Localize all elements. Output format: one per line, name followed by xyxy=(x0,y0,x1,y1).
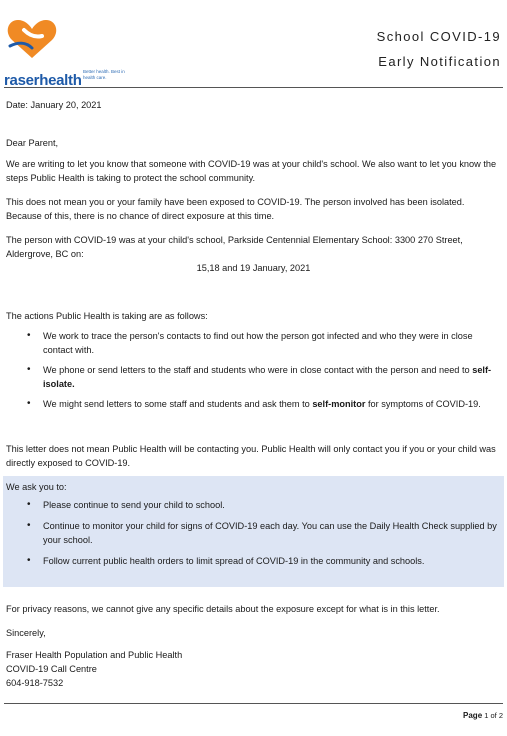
paragraph-no-exposure: This does not mean you or your family ha… xyxy=(6,197,465,221)
heart-logo-icon xyxy=(7,20,57,58)
ask-intro: We ask you to: xyxy=(6,482,67,492)
letter-page: raserhealth Better health. Best in healt… xyxy=(0,0,507,736)
footer-divider xyxy=(4,703,503,704)
fraser-health-logo: raserhealth Better health. Best in healt… xyxy=(4,12,134,89)
signature-phone: 604-918-7532 xyxy=(6,678,64,688)
signature-line-2: COVID-19 Call Centre xyxy=(6,664,97,674)
list-item: Continue to monitor your child for signs… xyxy=(6,519,498,547)
header-divider xyxy=(4,87,503,88)
actions-intro: The actions Public Health is taking are … xyxy=(6,311,208,321)
list-item: Follow current public health orders to l… xyxy=(6,554,498,568)
paragraph-contact: This letter does not mean Public Health … xyxy=(6,444,496,468)
title-line-2: Early Notification xyxy=(378,54,501,69)
greeting: Dear Parent, xyxy=(6,138,59,148)
privacy-note: For privacy reasons, we cannot give any … xyxy=(6,604,440,614)
signature-line-1: Fraser Health Population and Public Heal… xyxy=(6,650,183,660)
logo-tagline: Better health. Best in health care. xyxy=(83,69,125,80)
list-item: Please continue to send your child to sc… xyxy=(6,498,498,512)
actions-list: We work to trace the person's contacts t… xyxy=(6,329,501,417)
paragraph-location: The person with COVID-19 was at your chi… xyxy=(6,235,463,259)
exposure-dates: 15,18 and 19 January, 2021 xyxy=(196,263,311,273)
page-of: 1 of 2 xyxy=(484,711,503,720)
paragraph-intro: We are writing to let you know that some… xyxy=(6,159,497,183)
notice-title: School COVID-19 Early Notification xyxy=(377,24,501,74)
letter-date: Date: January 20, 2021 xyxy=(6,100,102,110)
asks-list: Please continue to send your child to sc… xyxy=(6,498,498,575)
list-item: We work to trace the person's contacts t… xyxy=(6,329,501,357)
signature-block: Fraser Health Population and Public Heal… xyxy=(6,648,499,690)
page-number: Page 1 of 2 xyxy=(463,711,503,720)
page-label: Page xyxy=(463,711,483,720)
list-item: We might send letters to some staff and … xyxy=(6,397,501,411)
list-item: We phone or send letters to the staff an… xyxy=(6,363,501,391)
closing: Sincerely, xyxy=(6,628,46,638)
title-line-1: School COVID-19 xyxy=(376,29,501,44)
ask-you-box: We ask you to: Please continue to send y… xyxy=(3,476,504,587)
